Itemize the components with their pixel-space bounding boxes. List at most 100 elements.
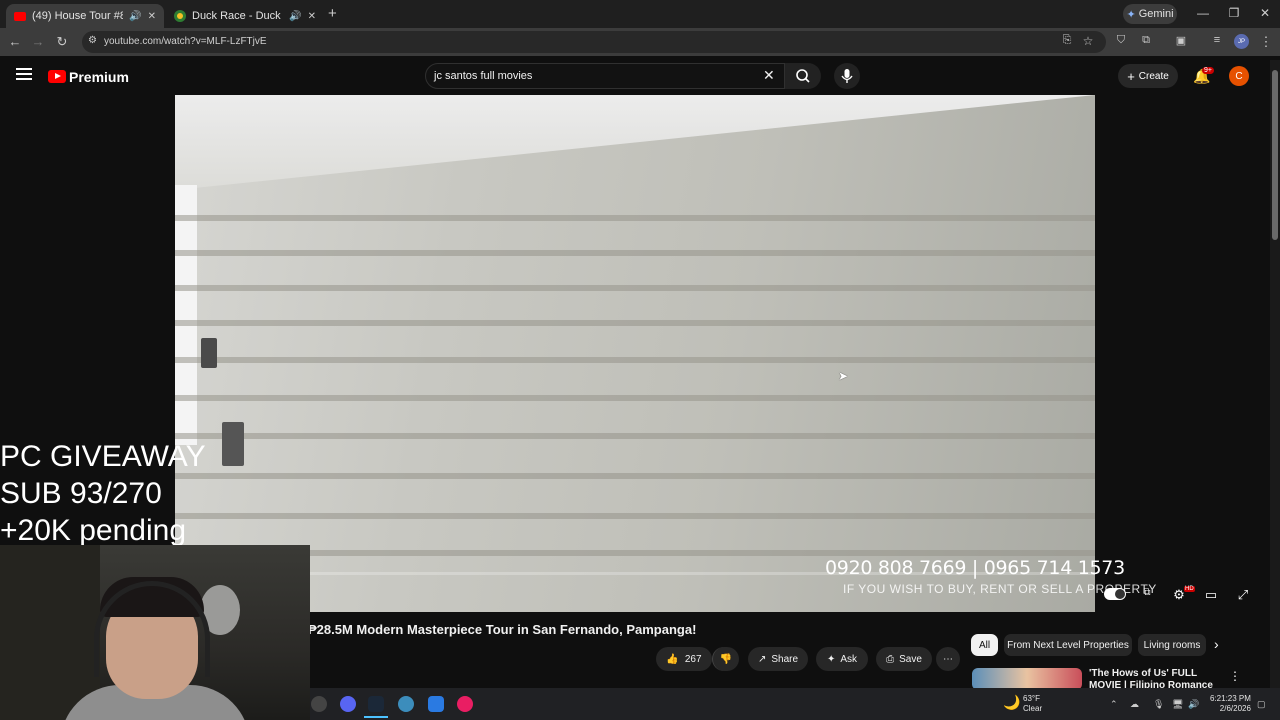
system-clock[interactable]: 6:21:23 PM 2/6/2026 [1210, 694, 1251, 714]
close-tab-icon[interactable]: ✕ [148, 11, 156, 22]
more-actions-button[interactable]: ⋯ [936, 647, 960, 671]
taskbar-app-icon[interactable] [311, 696, 327, 712]
weather-widget[interactable]: 63°F Clear [1023, 694, 1042, 714]
hd-badge: HD [1184, 586, 1195, 592]
search-query[interactable]: jc santos full movies [434, 70, 532, 82]
clock-time: 6:21:23 PM [1210, 694, 1251, 703]
share-arrow-icon: ↗ [757, 653, 767, 665]
notification-center-icon[interactable]: ▢ [1257, 699, 1266, 710]
webcam-background [0, 545, 100, 720]
microphone-icon [841, 69, 853, 83]
chevron-right-icon[interactable]: › [1214, 636, 1219, 652]
tab-duck-race[interactable]: Duck Race - Duck Games 🔊 ✕ [166, 4, 324, 28]
minimize-icon[interactable]: — [1193, 6, 1213, 20]
ask-label: Ask [840, 653, 858, 665]
recommended-more-icon[interactable]: ⋮ [1229, 669, 1241, 683]
gemini-button[interactable]: ✦ Gemini [1123, 4, 1177, 24]
sparkle-icon: ✦ [826, 653, 836, 665]
thumbs-up-icon: 👍 [666, 653, 679, 665]
hamburger-menu-icon[interactable] [16, 68, 32, 80]
save-label: Save [899, 653, 922, 665]
search-icon [796, 69, 810, 83]
volume-icon[interactable]: 🔊 [1188, 699, 1199, 710]
network-icon[interactable]: 🖥 [1172, 699, 1183, 710]
notepad-icon[interactable] [428, 696, 444, 712]
bookmark-icon: ⎙ [886, 653, 895, 665]
profile-avatar[interactable]: JP [1234, 34, 1249, 49]
back-icon[interactable]: ← [6, 34, 24, 49]
bookmark-star-icon[interactable]: ☆ [1079, 34, 1097, 48]
tray-app-icon[interactable]: ☁ [1130, 699, 1139, 710]
menu-kebab-icon[interactable]: ⋮ [1257, 34, 1275, 50]
tab-title: (49) House Tour #81 | INSIDE [32, 10, 124, 22]
steam-icon[interactable] [368, 696, 384, 712]
video-player[interactable] [175, 95, 1095, 612]
extensions-icon[interactable]: ⧉ [1137, 34, 1155, 47]
media-player-icon[interactable] [457, 696, 473, 712]
fullscreen-icon[interactable]: ⤢ [1233, 587, 1253, 603]
plus-icon: + [1127, 68, 1135, 84]
duck-icon [174, 10, 186, 22]
recommended-video-title[interactable]: 'The Hows of Us' FULL MOVIE | Filipino R… [1089, 668, 1221, 690]
create-label: Create [1138, 70, 1169, 82]
thumbs-down-icon: 👎 [719, 653, 733, 665]
site-info-icon[interactable]: ⚙ [88, 35, 97, 46]
voice-search-button[interactable] [834, 63, 860, 89]
url-text[interactable]: youtube.com/watch?v=MLF-LzFTjvE [104, 36, 267, 47]
account-avatar[interactable]: C [1229, 66, 1249, 86]
weather-moon-icon[interactable]: 🌙 [1003, 694, 1020, 711]
chip-living-rooms[interactable]: Living rooms [1138, 634, 1206, 656]
chip-from-channel[interactable]: From Next Level Properties [1004, 634, 1132, 656]
webcam-overlay [0, 545, 310, 720]
youtube-premium-logo[interactable]: Premium [69, 69, 129, 85]
clock-date: 2/6/2026 [1219, 704, 1251, 713]
split-view-icon[interactable]: ▣ [1172, 34, 1190, 47]
discord-icon[interactable] [340, 696, 356, 712]
ask-button[interactable]: ✦ Ask [816, 647, 868, 671]
forward-icon[interactable]: → [29, 34, 47, 49]
new-tab-button[interactable]: + [328, 5, 337, 22]
captions-icon[interactable]: ⧉ [1137, 587, 1157, 598]
share-button[interactable]: ↗ Share [748, 647, 808, 671]
tray-mic-icon[interactable]: 🎙 [1153, 699, 1164, 710]
tab-title: Duck Race - Duck Games [192, 10, 283, 22]
search-button[interactable] [785, 63, 821, 89]
speaker-icon[interactable]: 🔊 [289, 11, 301, 22]
autoplay-toggle[interactable] [1104, 588, 1126, 600]
shield-icon[interactable]: ⛉ [1112, 34, 1130, 47]
like-button[interactable]: 👍 267 [656, 647, 712, 671]
media-controls-icon[interactable]: ≡ [1208, 34, 1226, 46]
theater-mode-icon[interactable]: ▭ [1201, 587, 1221, 603]
close-tab-icon[interactable]: ✕ [308, 11, 316, 22]
clear-search-icon[interactable]: ✕ [763, 67, 775, 84]
weather-temp: 63°F [1023, 694, 1040, 703]
sparkle-icon: ✦ [1126, 8, 1136, 21]
youtube-logo-icon[interactable] [48, 70, 66, 83]
install-app-icon[interactable]: ⎘ [1058, 34, 1076, 47]
wall-switch-box [222, 422, 244, 466]
video-phone-overlay: 0920 808 7669 | 0965 714 1573 [825, 557, 1125, 579]
settings-app-icon[interactable] [398, 696, 414, 712]
gemini-label: Gemini [1138, 8, 1174, 20]
mouse-cursor-icon: ➤ [838, 369, 849, 383]
share-label: Share [771, 653, 799, 665]
active-app-indicator [364, 716, 388, 718]
dislike-button[interactable]: 👎 [712, 647, 739, 671]
giveaway-line-1: PC GIVEAWAY [0, 440, 206, 473]
recommended-video-thumbnail[interactable] [972, 668, 1082, 690]
tray-overflow-icon[interactable]: ⌃ [1110, 699, 1118, 710]
close-window-icon[interactable]: ✕ [1255, 6, 1275, 20]
reload-icon[interactable]: ↻ [53, 34, 71, 50]
video-ceiling [175, 95, 1095, 190]
create-button[interactable]: + Create [1118, 64, 1178, 88]
chip-all[interactable]: All [971, 634, 998, 656]
scrollbar-thumb[interactable] [1272, 70, 1278, 240]
tab-house-tour[interactable]: (49) House Tour #81 | INSIDE 🔊 ✕ [6, 4, 164, 28]
video-title: ₱28.5M Modern Masterpiece Tour in San Fe… [308, 622, 697, 637]
speaker-icon[interactable]: 🔊 [129, 11, 141, 22]
like-count: 267 [684, 653, 702, 665]
notification-count-badge: 9+ [1202, 67, 1214, 74]
save-button[interactable]: ⎙ Save [876, 647, 932, 671]
restore-icon[interactable]: ❐ [1224, 6, 1244, 20]
video-window-light [175, 185, 197, 445]
